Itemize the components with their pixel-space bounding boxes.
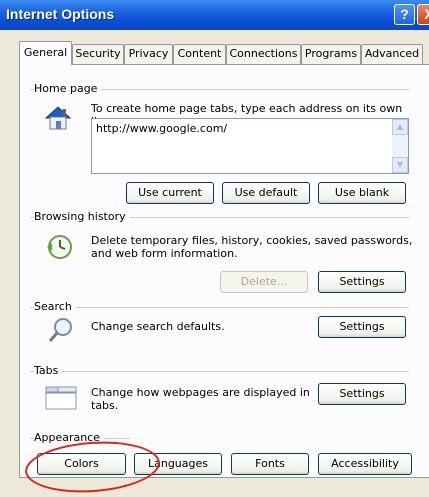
tab-general[interactable]: General: [19, 41, 72, 65]
tabs-settings-button[interactable]: Settings: [318, 383, 406, 405]
tab-content[interactable]: Content: [173, 44, 226, 64]
house-icon: [44, 106, 72, 130]
browsing-history-settings-button[interactable]: Settings: [318, 271, 406, 293]
tab-connections[interactable]: Connections: [226, 44, 301, 64]
home-page-address-field[interactable]: http://www.google.com/ ▲ ▼: [91, 118, 409, 174]
fonts-button[interactable]: Fonts: [231, 453, 309, 475]
browsing-history-description-line2: and web form information.: [91, 247, 238, 260]
tabs-divider: [30, 371, 409, 372]
tab-advanced[interactable]: Advanced: [361, 44, 423, 64]
scroll-up-icon[interactable]: ▲: [392, 119, 408, 135]
search-settings-button[interactable]: Settings: [318, 316, 406, 338]
home-page-address-value: http://www.google.com/: [96, 122, 228, 135]
browsing-history-description-line1: Delete temporary files, history, cookies…: [91, 234, 413, 247]
help-button[interactable]: ?: [394, 4, 415, 25]
accessibility-button[interactable]: Accessibility: [318, 453, 412, 475]
search-group-label: Search: [34, 300, 76, 313]
use-blank-button[interactable]: Use blank: [318, 182, 406, 204]
close-button[interactable]: X: [417, 4, 429, 25]
tab-programs[interactable]: Programs: [301, 44, 361, 64]
magnifier-icon: [48, 318, 72, 342]
title-bar[interactable]: Internet Options ? X: [0, 0, 429, 30]
window-title: Internet Options: [6, 6, 115, 22]
search-divider: [30, 307, 409, 308]
scroll-down-icon[interactable]: ▼: [392, 157, 408, 173]
browsing-history-group-label: Browsing history: [34, 210, 130, 223]
tab-privacy[interactable]: Privacy: [124, 44, 173, 64]
address-scrollbar[interactable]: ▲ ▼: [392, 119, 408, 173]
tabs-group-label: Tabs: [34, 364, 63, 377]
delete-button[interactable]: Delete...: [220, 271, 308, 293]
tabs-window-icon: [45, 386, 77, 410]
tabs-description-line2: tabs.: [91, 399, 119, 412]
history-clock-icon: [47, 235, 72, 259]
use-default-button[interactable]: Use default: [222, 182, 310, 204]
tab-security[interactable]: Security: [72, 44, 124, 64]
home-page-group-label: Home page: [34, 82, 102, 95]
tabs-description-line1: Change how webpages are displayed in: [91, 386, 310, 399]
use-current-button[interactable]: Use current: [126, 182, 214, 204]
search-description: Change search defaults.: [91, 320, 225, 333]
